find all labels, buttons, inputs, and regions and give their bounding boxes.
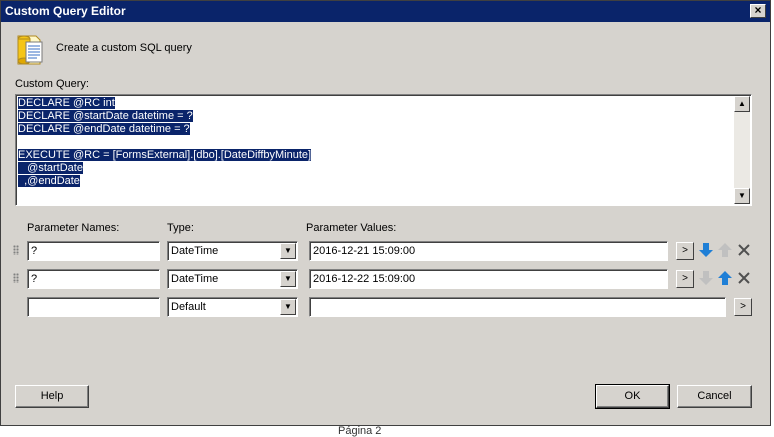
parameter-type-value: Default [171, 301, 206, 313]
query-line: EXECUTE @RC = [FormsExternal].[dbo].[Dat… [18, 149, 312, 161]
cancel-button[interactable]: Cancel [677, 385, 752, 408]
browse-value-button[interactable]: > [676, 242, 694, 260]
query-text[interactable]: DECLARE @RC int DECLARE @startDate datet… [18, 97, 733, 203]
parameter-values-label: Parameter Values: [306, 222, 397, 234]
delete-x-icon[interactable] [736, 270, 752, 286]
scroll-down-arrow-icon[interactable]: ▼ [734, 188, 750, 204]
parameter-value-input[interactable] [309, 297, 726, 317]
parameter-type-select[interactable]: DateTime ▼ [167, 269, 298, 289]
custom-query-label: Custom Query: [15, 78, 89, 90]
chevron-down-icon[interactable]: ▼ [280, 271, 296, 287]
header-description: Create a custom SQL query [56, 42, 192, 54]
parameter-type-value: DateTime [171, 273, 219, 285]
parameter-value-input[interactable]: 2016-12-22 15:09:00 [309, 269, 668, 289]
query-line: DECLARE @RC int [18, 97, 115, 109]
help-button[interactable]: Help [15, 385, 89, 408]
query-scrollbar[interactable]: ▲ ▼ [734, 96, 750, 204]
custom-query-editor-dialog: Custom Query Editor × Create a custom SQ… [0, 0, 771, 426]
parameter-names-label: Parameter Names: [27, 222, 120, 234]
close-button[interactable]: × [750, 4, 766, 18]
background-page-text: Página 2 [338, 426, 382, 437]
query-line: ,@endDate [18, 175, 80, 187]
parameter-name-input[interactable] [27, 297, 160, 317]
type-label: Type: [167, 222, 194, 234]
parameter-type-value: DateTime [171, 245, 219, 257]
move-down-arrow-icon[interactable] [698, 242, 714, 258]
parameter-name-input[interactable]: ? [27, 241, 160, 261]
title-bar: Custom Query Editor × [1, 1, 770, 22]
parameter-name-input[interactable]: ? [27, 269, 160, 289]
sql-query-icon [17, 35, 43, 65]
chevron-down-icon[interactable]: ▼ [280, 243, 296, 259]
delete-x-icon[interactable] [736, 242, 752, 258]
chevron-down-icon[interactable]: ▼ [280, 299, 296, 315]
window-title: Custom Query Editor [5, 4, 126, 18]
parameter-type-select[interactable]: DateTime ▼ [167, 241, 298, 261]
move-down-arrow-icon [699, 271, 713, 285]
parameter-value-input[interactable]: 2016-12-21 15:09:00 [309, 241, 668, 261]
row-drag-handle-icon[interactable] [13, 273, 19, 283]
browse-value-button[interactable]: > [676, 270, 694, 288]
scroll-up-arrow-icon[interactable]: ▲ [734, 96, 750, 112]
custom-query-textarea[interactable]: DECLARE @RC int DECLARE @startDate datet… [15, 94, 752, 206]
parameter-type-select[interactable]: Default ▼ [167, 297, 298, 317]
move-up-arrow-icon [718, 243, 732, 257]
move-up-arrow-icon[interactable] [717, 270, 733, 286]
browse-value-button[interactable]: > [734, 298, 752, 316]
query-line: DECLARE @startDate datetime = ? [18, 110, 193, 122]
query-line [18, 136, 733, 149]
ok-button[interactable]: OK [595, 384, 670, 409]
row-drag-handle-icon[interactable] [13, 245, 19, 255]
query-line: @startDate [18, 162, 83, 174]
query-line: DECLARE @endDate datetime = ? [18, 123, 190, 135]
